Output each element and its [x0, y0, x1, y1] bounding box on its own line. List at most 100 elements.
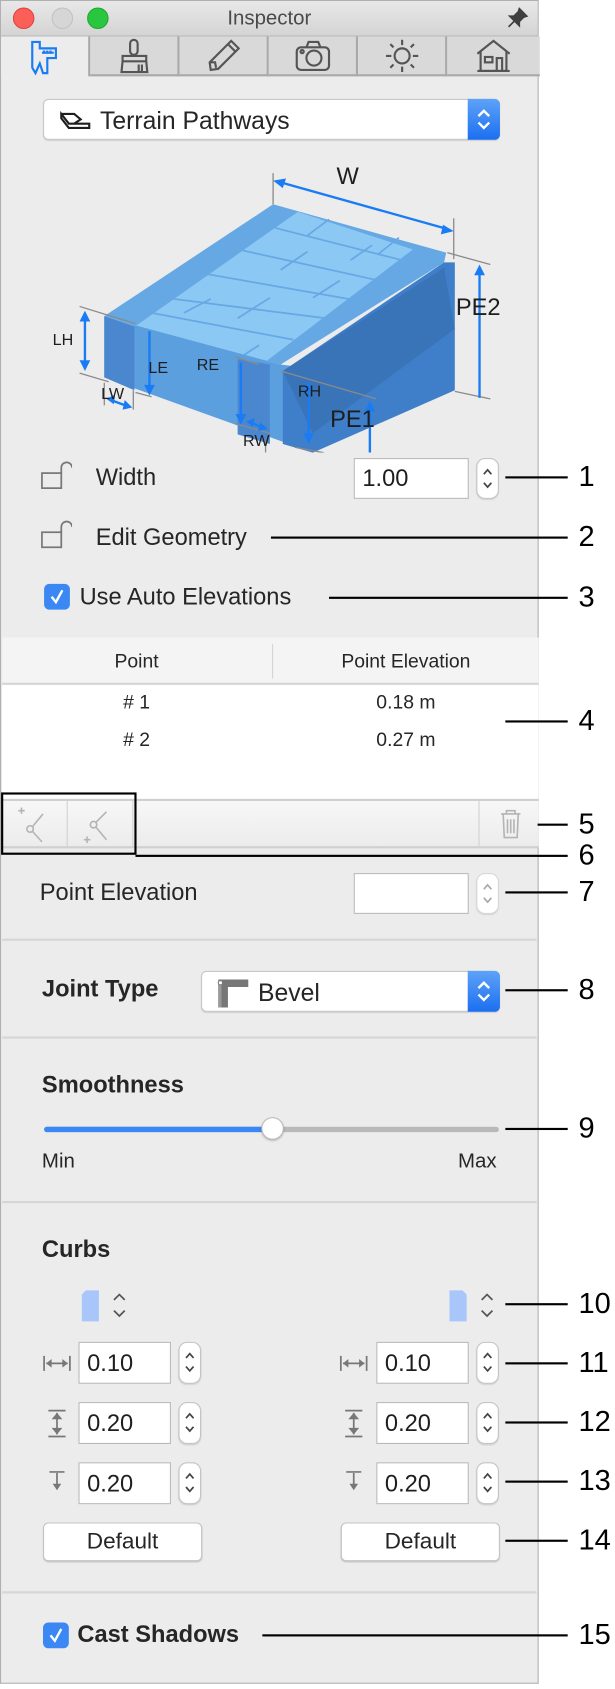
callout-2: 2	[578, 520, 595, 553]
sun-icon	[385, 39, 418, 72]
diagram-label-re: RE	[197, 356, 220, 374]
right-curb-height-input[interactable]: 0.20	[376, 1402, 469, 1444]
point-elevation-input[interactable]	[353, 873, 469, 914]
right-curb-profile-icon	[449, 1290, 494, 1322]
curb-elevation-icon	[346, 1471, 362, 1491]
add-point-buttons-highlight	[1, 792, 137, 855]
cast-shadows-label: Cast Shadows	[77, 1620, 240, 1648]
left-curb-profile-selector[interactable]	[81, 1290, 131, 1328]
joint-type-value: Bevel	[258, 978, 320, 1007]
left-curb-default-button[interactable]: Default	[43, 1522, 203, 1562]
width-label: Width	[95, 463, 157, 491]
unlock-icon[interactable]	[40, 461, 73, 491]
type-selector-value: Terrain Pathways	[99, 106, 290, 135]
callout-8: 8	[578, 973, 595, 1006]
left-curb-width-stepper[interactable]	[178, 1341, 202, 1384]
right-curb-width-input[interactable]: 0.10	[376, 1341, 469, 1384]
right-curb-profile-selector[interactable]	[449, 1290, 498, 1328]
curb-height-icon	[345, 1409, 363, 1438]
curb-width-icon	[339, 1355, 368, 1371]
smoothness-max-label: Max	[458, 1150, 497, 1174]
caliper-icon	[30, 40, 57, 75]
point-cell: # 2	[123, 728, 151, 751]
tab-edit[interactable]	[179, 36, 269, 77]
diagram-label-rw: RW	[243, 432, 270, 450]
table-header: Point Point Elevation	[2, 637, 539, 685]
pathway-diagram-bottom: PE1 RW	[243, 407, 375, 450]
pin-icon[interactable]	[505, 6, 529, 30]
chevron-updown-icon	[467, 970, 500, 1012]
left-curb-elevation-input[interactable]: 0.20	[78, 1462, 171, 1505]
tab-measure[interactable]	[1, 36, 91, 77]
callout-11: 11	[578, 1346, 609, 1379]
point-elevation-stepper[interactable]	[476, 873, 499, 914]
callout-7: 7	[578, 875, 595, 908]
column-header-point[interactable]: Point	[2, 650, 271, 673]
right-curb-height-stepper[interactable]	[476, 1402, 499, 1444]
diagram-label-le: LE	[148, 359, 168, 377]
joint-type-label: Joint Type	[41, 975, 159, 1003]
left-curb-elevation-stepper[interactable]	[178, 1462, 202, 1505]
edit-geometry-button[interactable]: Edit Geometry	[96, 524, 247, 552]
column-header-elevation[interactable]: Point Elevation	[273, 650, 539, 673]
callout-5: 5	[578, 807, 595, 840]
width-input[interactable]: 1.00	[353, 458, 469, 499]
checkmark-icon	[49, 1628, 63, 1643]
brush-icon	[119, 38, 148, 73]
diagram-label-pe1: PE1	[330, 407, 375, 433]
bevel-joint-icon	[217, 979, 249, 1008]
callout-10: 10	[578, 1287, 611, 1320]
left-curb-profile-icon	[81, 1290, 126, 1322]
diagram-label-lh: LH	[53, 331, 74, 349]
type-selector[interactable]: Terrain Pathways	[43, 98, 500, 140]
auto-elevations-checkbox[interactable]	[44, 583, 70, 610]
tab-light[interactable]	[358, 36, 448, 77]
right-curb-elevation-input[interactable]: 0.20	[376, 1462, 469, 1505]
right-curb-default-button[interactable]: Default	[340, 1522, 500, 1562]
smoothness-min-label: Min	[41, 1150, 75, 1174]
callout-1: 1	[578, 460, 595, 493]
inspector-tabs	[1, 36, 540, 78]
tab-material[interactable]	[90, 36, 180, 77]
slider-knob[interactable]	[260, 1117, 284, 1140]
slider-fill	[44, 1126, 272, 1133]
right-curb-elevation-stepper[interactable]	[476, 1462, 499, 1505]
title-bar: Inspector	[1, 1, 538, 37]
divider	[2, 1591, 537, 1594]
terrain-pathway-icon	[60, 110, 91, 130]
callout-9: 9	[578, 1111, 595, 1145]
left-curb-width-input[interactable]: 0.10	[78, 1341, 171, 1384]
diagram-label-w: W	[337, 164, 360, 190]
camera-icon	[295, 40, 330, 71]
divider	[2, 1036, 537, 1039]
elevation-cell: 0.18 m	[376, 691, 436, 713]
callout-15: 15	[578, 1618, 611, 1651]
pencil-icon	[207, 38, 240, 71]
left-curb-height-stepper[interactable]	[178, 1402, 202, 1444]
smoothness-slider[interactable]	[44, 1117, 499, 1140]
diagram-label-lw: LW	[101, 385, 125, 403]
tab-building[interactable]	[447, 36, 540, 77]
house-icon	[476, 38, 511, 72]
width-stepper[interactable]	[476, 458, 499, 499]
trash-icon	[501, 809, 521, 839]
divider	[2, 1200, 537, 1204]
right-curb-width-stepper[interactable]	[476, 1341, 499, 1384]
point-elevation-label: Point Elevation	[39, 878, 198, 906]
callout-12: 12	[578, 1405, 611, 1438]
diagram-label-pe2: PE2	[456, 295, 501, 321]
curb-elevation-icon	[49, 1471, 65, 1491]
left-curb-height-input[interactable]: 0.20	[78, 1402, 171, 1444]
chevron-updown-icon	[467, 98, 500, 140]
cast-shadows-checkbox[interactable]	[43, 1622, 69, 1649]
tab-camera[interactable]	[268, 36, 359, 77]
delete-point-button[interactable]	[478, 801, 539, 847]
callout-4: 4	[578, 704, 595, 737]
unlock-icon[interactable]	[40, 520, 73, 550]
curbs-label: Curbs	[41, 1235, 111, 1263]
checkmark-icon	[50, 589, 64, 605]
table-body: # 1 0.18 m # 2 0.27 m	[2, 684, 539, 799]
curb-width-icon	[43, 1355, 71, 1371]
divider	[2, 938, 537, 941]
joint-type-selector[interactable]: Bevel	[201, 970, 500, 1012]
